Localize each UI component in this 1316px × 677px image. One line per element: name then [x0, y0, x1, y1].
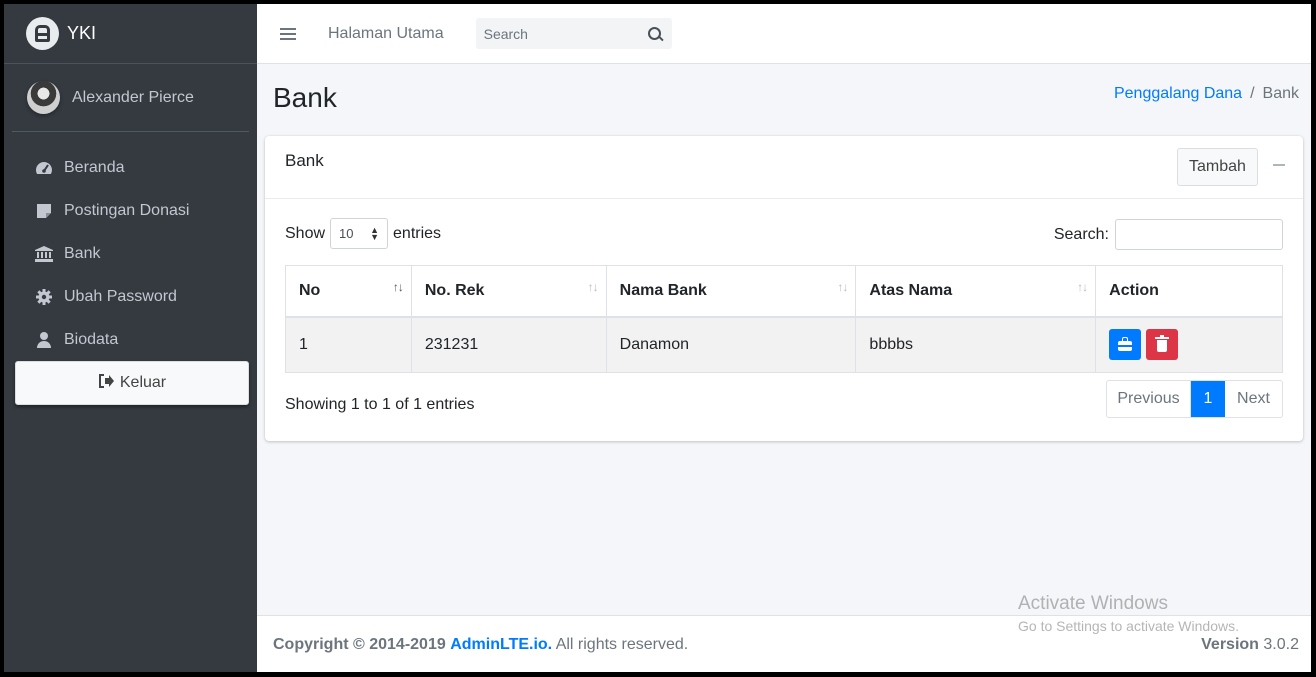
card-header: Bank Tambah — [265, 136, 1303, 199]
table-search: Search: — [1054, 219, 1283, 250]
sign-out-icon — [98, 374, 114, 392]
cell-no-rek: 231231 — [410, 316, 607, 373]
user-panel[interactable]: Alexander Pierce — [12, 64, 249, 132]
collapse-minus-icon[interactable] — [1273, 164, 1285, 166]
delete-button[interactable] — [1146, 329, 1179, 361]
menu-toggle-icon[interactable] — [280, 27, 296, 40]
version-info: Version 3.0.2 — [1201, 636, 1299, 654]
brand-name: YKI — [67, 23, 97, 43]
university-icon — [34, 245, 54, 262]
sticky-note-icon — [34, 203, 54, 218]
pagination-next[interactable]: Next — [1225, 381, 1282, 417]
trash-icon — [1155, 335, 1170, 353]
column-header-atas-nama[interactable]: Atas Nama ↑↓ — [855, 265, 1097, 318]
cell-no: 1 — [285, 316, 412, 373]
sidebar-item-label: Beranda — [64, 158, 125, 176]
sidebar-item-label: Bank — [64, 244, 101, 262]
breadcrumb-parent-link[interactable]: Penggalang Dana — [1114, 85, 1242, 103]
home-link[interactable]: Halaman Utama — [328, 25, 444, 43]
page-length-control: Show 10 ▲ ▼ entries — [285, 218, 441, 249]
column-header-nama-bank[interactable]: Nama Bank ↑↓ — [605, 265, 857, 318]
sidebar-item-label: Biodata — [64, 330, 119, 348]
user-name: Alexander Pierce — [72, 88, 194, 106]
sidebar: YKI Alexander Pierce Beranda Postingan D… — [4, 4, 257, 672]
navbar-search-input[interactable] — [475, 25, 638, 42]
sort-icon: ↑↓ — [587, 280, 599, 294]
app-window: YKI Alexander Pierce Beranda Postingan D… — [4, 4, 1311, 672]
sidebar-item-bank[interactable]: Bank — [4, 232, 257, 275]
breadcrumb-separator: / — [1250, 85, 1255, 102]
cell-nama-bank: Danamon — [605, 316, 857, 373]
table-search-label: Search: — [1053, 225, 1109, 243]
column-header-action: Action — [1095, 265, 1283, 318]
breadcrumb: Penggalang Dana / Bank — [1114, 85, 1299, 103]
briefcase-icon — [1118, 337, 1133, 352]
cog-icon — [34, 288, 54, 305]
page-length-value: 10 — [339, 226, 354, 241]
pagination-previous[interactable]: Previous — [1107, 381, 1191, 417]
logout-label: Keluar — [119, 374, 167, 391]
brand-logo-icon — [26, 17, 59, 50]
pagination: Previous 1 Next — [1106, 380, 1283, 418]
activate-windows-watermark: Activate Windows Go to Settings to activ… — [1018, 593, 1239, 634]
rights-text: All rights reserved. — [555, 636, 689, 653]
adminlte-link[interactable]: AdminLTE.io. — [450, 636, 552, 653]
bank-card: Bank Tambah Show 10 ▲▼ entries Search: — [265, 136, 1303, 441]
sidebar-item-postingan-donasi[interactable]: Postingan Donasi — [4, 189, 257, 232]
table-header-row: No ↑↓ No. Rek ↑↓ Nama Bank ↑↓ Atas Nama ↑↓ A… — [285, 265, 1283, 318]
user-icon — [34, 331, 54, 348]
sidebar-item-ubah-password[interactable]: Ubah Password — [4, 275, 257, 318]
edit-button[interactable] — [1109, 329, 1142, 361]
sidebar-nav: Beranda Postingan Donasi Bank Ubah Passw… — [4, 132, 257, 405]
card-body: Show 10 ▲ ▼ entries Search: No ↑↓ No. Re… — [265, 199, 1303, 439]
sort-icon: ↑↓ — [392, 280, 404, 294]
version-number: 3.0.2 — [1263, 636, 1299, 653]
sidebar-item-beranda[interactable]: Beranda — [4, 146, 257, 189]
brand-link[interactable]: YKI — [4, 4, 257, 64]
add-button[interactable]: Tambah — [1177, 148, 1258, 186]
copyright: Copyright © 2014-2019 AdminLTE.io. All r… — [273, 636, 688, 654]
watermark-title: Activate Windows — [1018, 593, 1168, 614]
sidebar-item-biodata[interactable]: Biodata — [4, 318, 257, 361]
watermark-subtitle: Go to Settings to activate Windows. — [1018, 618, 1239, 634]
search-icon[interactable] — [647, 26, 662, 41]
topbar: Halaman Utama — [257, 4, 1311, 64]
logout-button[interactable]: Keluar — [15, 361, 249, 405]
show-label: Show — [285, 224, 326, 242]
page-title: Bank — [273, 82, 337, 113]
sort-icon: ↑↓ — [1077, 280, 1088, 294]
breadcrumb-current: Bank — [1262, 85, 1299, 102]
tachometer-icon — [34, 161, 54, 175]
copyright-prefix: Copyright © 2014-2019 — [273, 636, 446, 653]
navbar-search — [475, 18, 672, 49]
entries-label: entries — [393, 224, 442, 242]
bank-table: No ↑↓ No. Rek ↑↓ Nama Bank ↑↓ Atas Nama ↑↓ A… — [285, 265, 1283, 373]
cell-action — [1095, 316, 1283, 373]
sort-icon: ↑↓ — [837, 280, 848, 294]
card-title: Bank — [285, 151, 324, 170]
version-label: Version — [1201, 636, 1259, 653]
page-length-select[interactable]: 10 ▲ ▼ — [330, 218, 389, 249]
avatar — [27, 81, 60, 114]
column-header-no[interactable]: No ↑↓ — [285, 265, 412, 318]
table-info: Showing 1 to 1 of 1 entries — [285, 396, 475, 413]
pagination-page[interactable]: 1 — [1191, 381, 1225, 417]
sidebar-item-label: Postingan Donasi — [64, 201, 190, 219]
column-header-no-rek[interactable]: No. Rek ↑↓ — [410, 265, 607, 318]
table-row: 1 231231 Danamon bbbbs — [285, 316, 1283, 373]
sort-caret-icon: ▲ ▼ — [370, 224, 380, 242]
table-search-input[interactable] — [1115, 219, 1283, 250]
sidebar-item-label: Ubah Password — [64, 287, 177, 305]
cell-atas-nama: bbbbs — [855, 316, 1097, 373]
